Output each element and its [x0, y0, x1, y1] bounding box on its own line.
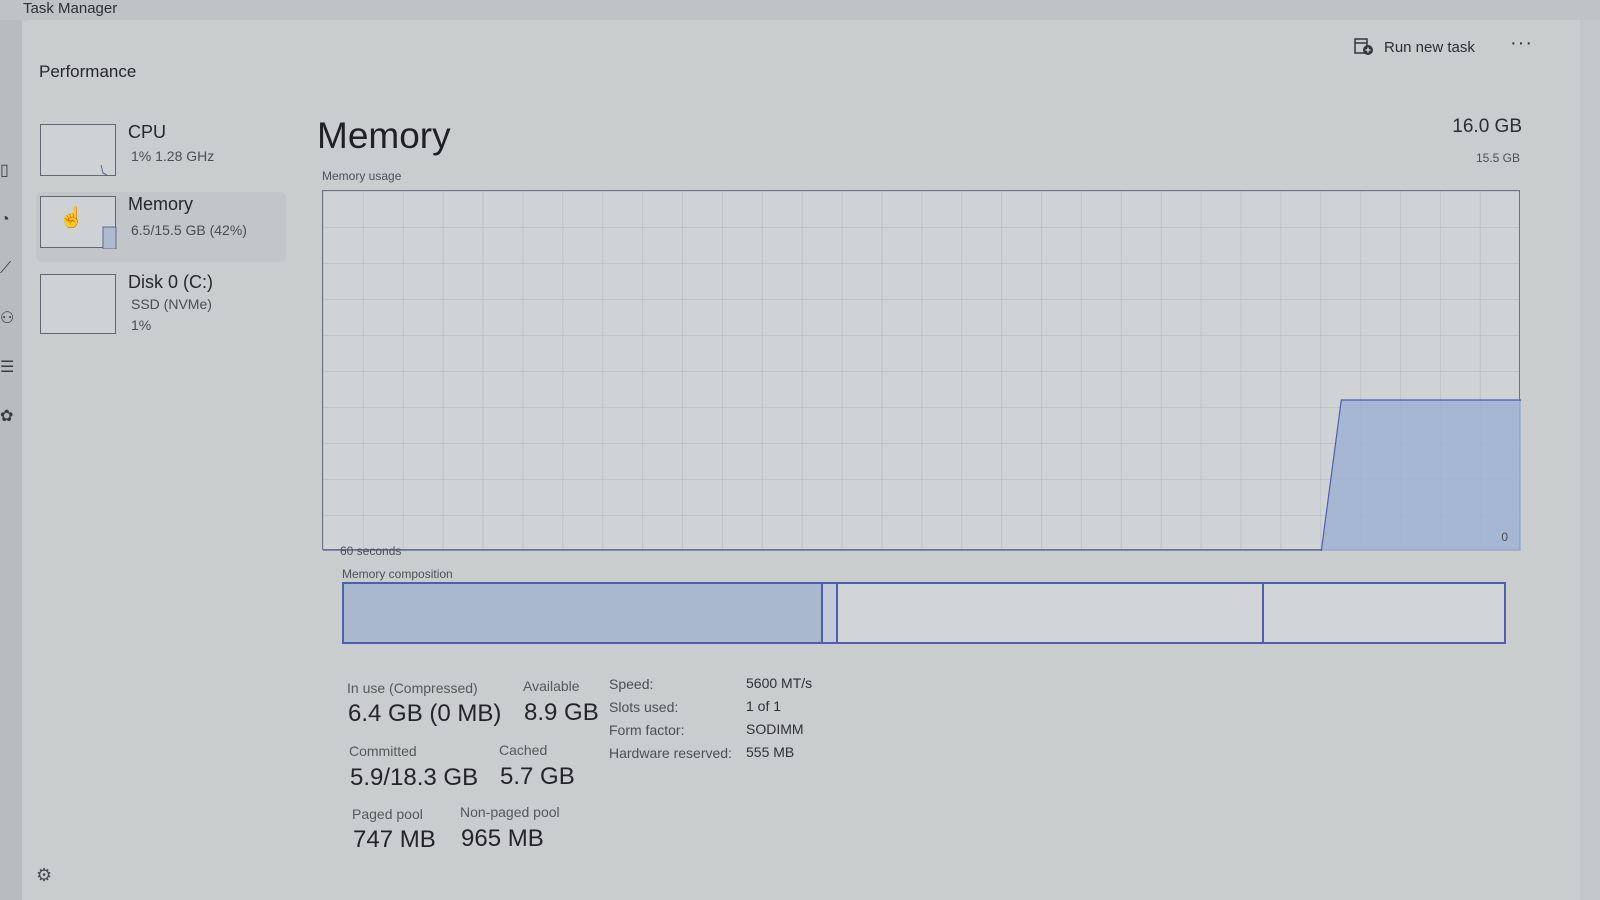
sidebar-item-cpu[interactable]: CPU 1% 1.28 GHz [36, 120, 286, 190]
graph-zero-label: 0 [1501, 530, 1508, 544]
available-label: Available [523, 678, 580, 694]
slots-used-value: 1 of 1 [746, 698, 782, 714]
memory-usage-label: Memory usage [322, 169, 402, 183]
app-title: Task Manager [23, 0, 118, 17]
nav-rail: ▯ ◔ ⟋ ⚇ ☰ ✿ [0, 20, 22, 900]
sidebar-item-memory[interactable]: ☝ Memory 6.5/15.5 GB (42%) [36, 192, 286, 262]
sidebar-item-label: CPU [128, 122, 167, 142]
run-task-icon [1354, 38, 1374, 56]
cached-label: Cached [499, 742, 548, 758]
sidebar-item-detail: SSD (NVMe) [131, 296, 212, 312]
processes-icon[interactable]: ▯ [0, 160, 20, 182]
form-factor-value: SODIMM [746, 721, 804, 737]
paged-pool-label: Paged pool [352, 806, 423, 822]
speed-label: Speed: [609, 676, 654, 692]
composition-standby[interactable] [838, 584, 1265, 642]
settings-gear-icon[interactable]: ⚙ [36, 865, 52, 886]
sidebar-item-detail-2: 1% [131, 317, 152, 333]
startup-apps-icon[interactable]: ⟋ [0, 258, 20, 280]
memory-usage-graph [322, 190, 1521, 551]
composition-in-use[interactable] [344, 584, 823, 642]
composition-modified[interactable] [822, 584, 838, 642]
memory-heading: Memory [317, 115, 451, 156]
app-history-icon[interactable]: ◔ [0, 209, 20, 231]
main-content: Performance Run new task ··· CPU 1% 1.28… [22, 20, 1580, 900]
hardware-reserved-label: Hardware reserved: [609, 745, 732, 761]
memory-max-label: 15.5 GB [1475, 151, 1520, 165]
slots-used-label: Slots used: [609, 699, 679, 715]
hand-cursor-icon: ☝ [59, 207, 84, 229]
services-icon[interactable]: ✿ [0, 406, 20, 428]
hardware-reserved-value: 555 MB [746, 744, 795, 760]
task-manager-window: Task Manager ▯ ◔ ⟋ ⚇ ☰ ✿ Performance Run… [0, 0, 1600, 900]
committed-label: Committed [349, 743, 417, 759]
memory-total: 16.0 GB [1452, 116, 1522, 137]
paged-pool-value: 747 MB [353, 826, 436, 853]
committed-value: 5.9/18.3 GB [350, 764, 479, 791]
in-use-value: 6.4 GB (0 MB) [348, 700, 502, 727]
memory-usage-chart [323, 399, 1521, 551]
more-options-button[interactable]: ··· [1510, 32, 1533, 55]
available-value: 8.9 GB [524, 699, 599, 726]
non-paged-pool-value: 965 MB [461, 825, 544, 852]
memory-composition-label: Memory composition [342, 567, 453, 581]
non-paged-pool-label: Non-paged pool [460, 804, 560, 820]
speed-value: 5600 MT/s [746, 675, 813, 691]
disk-thumbnail [40, 274, 116, 334]
sidebar-item-label: Disk 0 (C:) [128, 272, 213, 292]
sidebar-item-label: Memory [128, 194, 194, 214]
memory-composition-bar [342, 582, 1506, 644]
graph-time-label: 60 seconds [340, 544, 402, 558]
details-icon[interactable]: ☰ [0, 357, 20, 379]
form-factor-label: Form factor: [609, 722, 685, 738]
sidebar-item-disk[interactable]: Disk 0 (C:) SSD (NVMe) 1% [36, 270, 286, 340]
sidebar-item-detail: 6.5/15.5 GB (42%) [131, 222, 247, 238]
users-icon[interactable]: ⚇ [0, 308, 20, 330]
in-use-label: In use (Compressed) [347, 680, 478, 696]
cached-value: 5.7 GB [500, 763, 575, 790]
cpu-thumbnail [40, 124, 116, 176]
run-task-label: Run new task [1384, 38, 1475, 56]
memory-thumbnail: ☝ [40, 196, 117, 250]
title-bar: Task Manager [0, 0, 1600, 20]
composition-free[interactable] [1264, 584, 1503, 642]
memory-usage-area [323, 400, 1521, 551]
run-new-task-button[interactable]: Run new task [1354, 36, 1475, 58]
page-title: Performance [39, 62, 137, 81]
sidebar-item-detail: 1% 1.28 GHz [131, 148, 215, 164]
